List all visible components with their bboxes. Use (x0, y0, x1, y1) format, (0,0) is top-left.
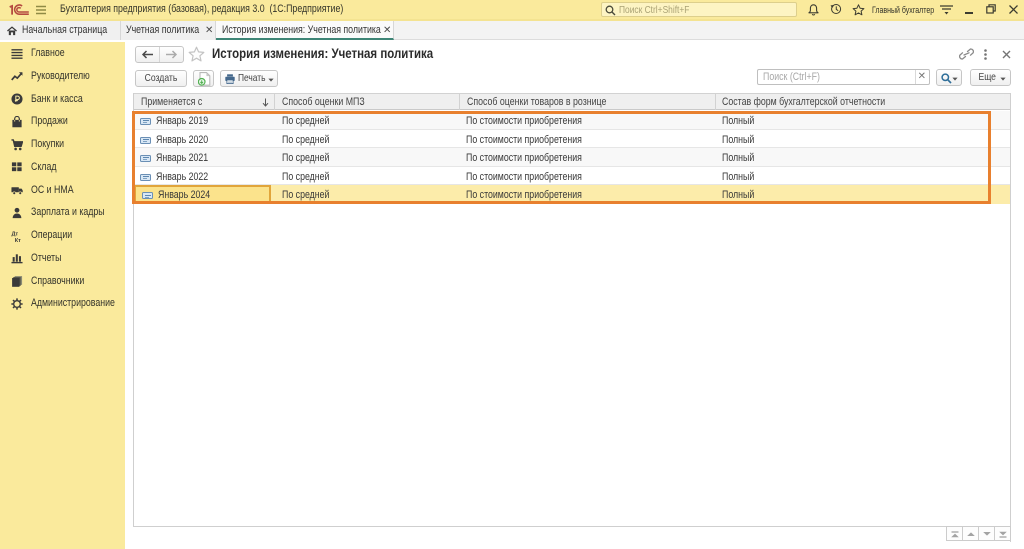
svg-text:Кт: Кт (14, 238, 20, 243)
svg-text:Дт: Дт (11, 231, 18, 237)
